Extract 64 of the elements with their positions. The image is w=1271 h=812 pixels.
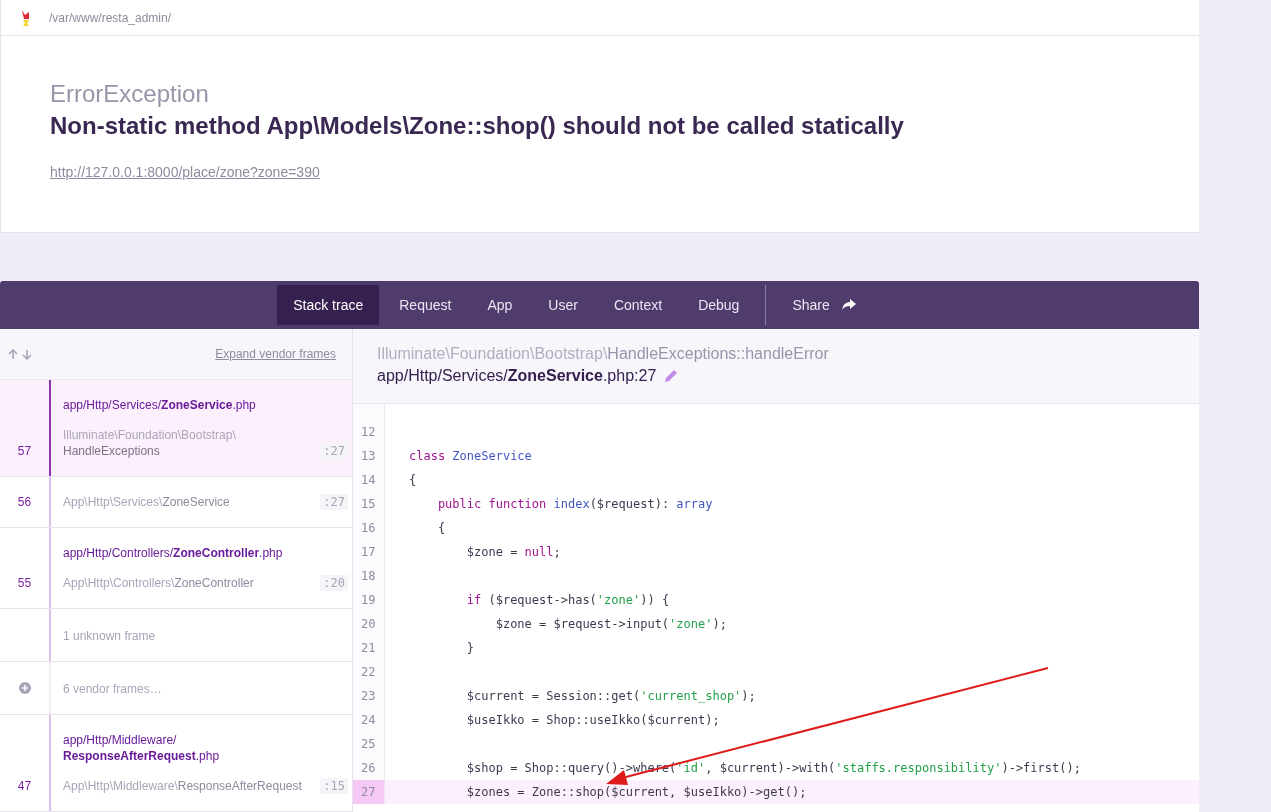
line-number: 27 [353,780,385,804]
code-line: { [436,520,447,537]
logo-icon [20,8,32,27]
vendor-frames-label: 6 vendor frames… [63,682,162,696]
share-icon [841,299,856,311]
code-line: class ZoneService [408,448,533,465]
line-number: 13 [353,444,385,468]
plus-circle-icon [18,682,31,694]
frame-file: app/Http/Middleware/ ResponseAfterRequest.php [63,732,221,764]
frame-class: Illuminate\Foundation\Bootstrap\ HandleExceptions [63,427,237,459]
line-number: 20 [353,612,385,636]
frame-file: app/Http/Services/ZoneService.php [63,397,257,413]
line-number: 25 [353,732,385,756]
code-line: $useIkko = Shop::useIkko($current); [465,712,721,729]
code-line: $zone = $request->input('zone'); [494,616,728,633]
frame-class: App\Http\Services\ZoneService [63,494,231,510]
tab[interactable]: User [532,285,594,325]
line-number: 23 [353,684,385,708]
pencil-icon[interactable] [664,369,679,383]
code-line: public function index($request): array [436,496,714,513]
stack-frame[interactable]: 55 app/Http/Controllers/ZoneController.php App\Http\Controllers\ZoneController :20 [0,528,352,609]
tab[interactable]: Stack trace [277,285,380,325]
tab[interactable]: Request [383,285,468,325]
exception-message: Non-static method App\Models\Zone::shop() should not be called statically [50,112,905,140]
unknown-frame-label: 1 unknown frame [63,629,156,643]
frame-number: 57 [17,444,32,458]
frame-line-number: :27 [320,494,348,510]
tab[interactable]: Context [597,285,679,325]
up-arrow-icon[interactable] [8,348,18,360]
line-number: 21 [353,636,385,660]
code-line: { [408,472,418,489]
frame-line-number: :27 [320,443,348,459]
code-line: $zone = null; [465,544,562,561]
tab[interactable]: App [471,285,529,325]
line-number: 22 [353,660,385,684]
frame-line-number: :20 [320,575,348,591]
stack-frame[interactable]: 57 app/Http/Services/ZoneService.php Illuminate\Foundation\Bootstrap\ HandleExceptions :27 [0,380,352,477]
down-arrow-icon[interactable] [22,348,32,360]
project-path: /var/www/resta_admin/ [49,10,172,25]
line-number: 12 [353,420,385,444]
frame-number: 55 [17,576,32,590]
line-number: 24 [353,708,385,732]
code-line: $current = Session::get('current_shop'); [465,688,757,705]
stack-frame[interactable]: 47 app/Http/Middleware/ ResponseAfterRequest.php App\Http\Middleware\ResponseAfterRequest :15 [0,715,352,812]
frame-line-number: :15 [320,778,348,794]
line-number: 19 [353,588,385,612]
share-button[interactable]: Share [776,285,872,325]
code-line: if ($request->has('zone')) { [465,592,671,609]
line-number: 15 [353,492,385,516]
frame-file: app/Http/Controllers/ZoneController.php [63,545,284,561]
frame-number: 47 [17,779,32,793]
frame-class: App\Http\Controllers\ZoneController [63,575,255,591]
code-line: } [465,640,476,657]
tab[interactable]: Debug [682,285,756,325]
stack-frame[interactable]: 56 App\Http\Services\ZoneService :27 [0,477,352,528]
line-number: 18 [353,564,385,588]
file-location: app/Http/Services/ZoneService.php:27 [377,367,657,385]
exception-class: ErrorException [50,80,210,108]
frame-class: App\Http\Middleware\ResponseAfterRequest [63,778,303,794]
line-number: 16 [353,516,385,540]
method-name: Illuminate\Foundation\Bootstrap\HandleExceptions::handleError [377,345,830,363]
line-number: 17 [353,540,385,564]
frame-number: 56 [17,495,32,509]
line-number: 14 [353,468,385,492]
